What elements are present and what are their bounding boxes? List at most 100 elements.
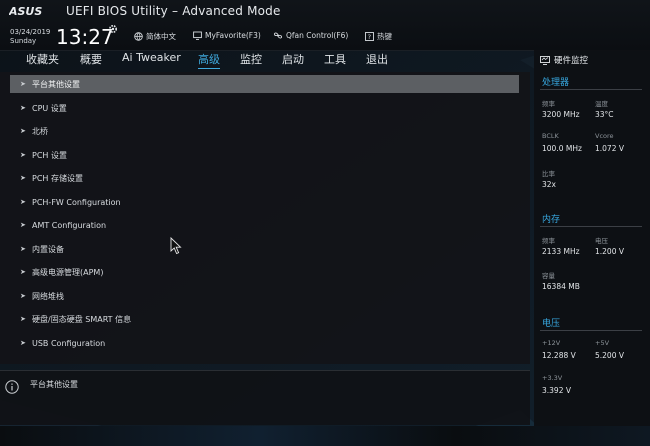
menu-item-smart-info[interactable]: ➤ 硬盘/固态硬盘 SMART 信息 xyxy=(10,310,519,328)
date-display: 03/24/2019 Sunday xyxy=(10,28,50,46)
language-label: 简体中文 xyxy=(146,32,176,41)
ratio-label: 比率 xyxy=(542,170,555,178)
menu-item-onboard-devices[interactable]: ➤ 内置设备 xyxy=(10,240,519,258)
processor-heading: 处理器 xyxy=(542,78,570,88)
menu-item-pch[interactable]: ➤ PCH 设置 xyxy=(10,146,519,164)
menu-item-label: 内置设备 xyxy=(32,244,64,254)
menu-item-platform-misc[interactable]: ➤ 平台其他设置 xyxy=(10,75,519,93)
chevron-right-icon: ➤ xyxy=(20,339,26,347)
hardware-monitor-panel: 硬件监控 处理器 频率 温度 3200 MHz 33°C BCLK Vcore … xyxy=(534,50,650,426)
monitor-star-icon xyxy=(193,31,202,40)
tab-exit[interactable]: 退出 xyxy=(366,51,388,67)
voltage-heading: 电压 xyxy=(542,319,561,329)
menu-item-label: 北桥 xyxy=(32,126,48,136)
cpu-temp-label: 温度 xyxy=(595,100,608,108)
chevron-right-icon: ➤ xyxy=(20,174,26,182)
app-title: UEFI BIOS Utility – Advanced Mode xyxy=(66,4,281,18)
cpu-freq-label: 频率 xyxy=(542,100,555,108)
chevron-right-icon: ➤ xyxy=(20,315,26,323)
cpu-freq-value: 3200 MHz xyxy=(542,110,580,119)
menu-item-amt[interactable]: ➤ AMT Configuration xyxy=(10,216,519,234)
vcore-value: 1.072 V xyxy=(595,144,624,153)
asus-logo: ASUS xyxy=(9,5,42,17)
memory-heading: 内存 xyxy=(542,215,561,225)
v33-value: 3.392 V xyxy=(542,386,571,395)
menu-item-apm[interactable]: ➤ 高级电源管理(APM) xyxy=(10,263,519,281)
myfavorite-label: MyFavorite(F3) xyxy=(205,31,261,40)
menu-item-label: 硬盘/固态硬盘 SMART 信息 xyxy=(32,314,132,324)
gear-icon[interactable] xyxy=(108,24,118,34)
monitor-icon xyxy=(540,55,550,65)
svg-text:?: ? xyxy=(368,33,371,41)
tab-favorites[interactable]: 收藏夹 xyxy=(26,51,59,67)
v33-label: +3.3V xyxy=(542,374,563,382)
menu-item-pch-fw[interactable]: ➤ PCH-FW Configuration xyxy=(10,193,519,211)
chevron-right-icon: ➤ xyxy=(20,198,26,206)
chevron-right-icon: ➤ xyxy=(20,80,26,88)
v5-value: 5.200 V xyxy=(595,351,624,360)
v5-label: +5V xyxy=(595,339,610,347)
menu-item-label: PCH-FW Configuration xyxy=(32,197,121,207)
bclk-label: BCLK xyxy=(542,132,559,140)
info-description: 平台其他设置 xyxy=(30,380,78,389)
menu-item-network-stack[interactable]: ➤ 网络堆栈 xyxy=(10,287,519,305)
divider xyxy=(540,89,642,90)
qfan-label: Qfan Control(F6) xyxy=(286,31,349,40)
menu-item-northbridge[interactable]: ➤ 北桥 xyxy=(10,122,519,140)
menu-item-label: 平台其他设置 xyxy=(32,79,80,89)
menu-item-label: CPU 设置 xyxy=(32,103,67,113)
menu-item-label: 网络堆栈 xyxy=(32,291,64,301)
tab-advanced[interactable]: 高级 xyxy=(198,51,220,69)
chevron-right-icon: ➤ xyxy=(20,268,26,276)
vcore-label: Vcore xyxy=(595,132,614,140)
help-info-bar: 平台其他设置 xyxy=(0,370,530,425)
chevron-right-icon: ➤ xyxy=(20,127,26,135)
qfan-control-button[interactable]: Qfan Control(F6) xyxy=(273,31,348,40)
help-icon: ? xyxy=(365,32,374,41)
divider xyxy=(540,226,642,227)
ratio-value: 32x xyxy=(542,180,556,189)
weekday-text: Sunday xyxy=(10,37,37,45)
menu-item-usb[interactable]: ➤ USB Configuration xyxy=(10,334,519,352)
menu-item-pch-storage[interactable]: ➤ PCH 存储设置 xyxy=(10,169,519,187)
tab-ai-tweaker[interactable]: Ai Tweaker xyxy=(122,51,181,64)
menu-item-label: PCH 设置 xyxy=(32,150,67,160)
chevron-right-icon: ➤ xyxy=(20,221,26,229)
cpu-temp-value: 33°C xyxy=(595,110,614,119)
chevron-right-icon: ➤ xyxy=(20,245,26,253)
mem-freq-value: 2133 MHz xyxy=(542,247,580,256)
language-button[interactable]: 简体中文 xyxy=(134,31,176,42)
hw-title-label: 硬件监控 xyxy=(554,56,589,66)
fan-icon xyxy=(273,32,283,39)
v12-label: +12V xyxy=(542,339,561,347)
hotkeys-label: 热键 xyxy=(377,32,392,41)
globe-icon xyxy=(134,32,143,41)
bottom-decor-strip xyxy=(0,426,650,446)
main-tabs: 收藏夹 概要 Ai Tweaker 高级 监控 启动 工具 退出 xyxy=(0,50,530,70)
mem-volt-label: 电压 xyxy=(595,237,608,245)
menu-item-cpu[interactable]: ➤ CPU 设置 xyxy=(10,99,519,117)
clock-time[interactable]: 13:27 xyxy=(56,25,114,49)
myfavorite-button[interactable]: MyFavorite(F3) xyxy=(193,31,261,40)
mem-cap-value: 16384 MB xyxy=(542,282,580,291)
tab-monitor[interactable]: 监控 xyxy=(240,51,262,67)
menu-item-label: 高级电源管理(APM) xyxy=(32,267,104,277)
header-bar: ASUS UEFI BIOS Utility – Advanced Mode 0… xyxy=(0,0,650,51)
mem-volt-value: 1.200 V xyxy=(595,247,624,256)
hotkeys-button[interactable]: ? 热键 xyxy=(365,31,392,42)
v12-value: 12.288 V xyxy=(542,351,576,360)
mem-freq-label: 频率 xyxy=(542,237,555,245)
info-icon xyxy=(5,380,19,394)
tab-boot[interactable]: 启动 xyxy=(282,51,304,67)
menu-item-label: AMT Configuration xyxy=(32,220,107,230)
tab-tools[interactable]: 工具 xyxy=(324,51,346,67)
date-text: 03/24/2019 xyxy=(10,28,51,36)
mem-cap-label: 容量 xyxy=(542,272,555,280)
menu-item-label: USB Configuration xyxy=(32,338,106,348)
tab-overview[interactable]: 概要 xyxy=(80,51,102,67)
chevron-right-icon: ➤ xyxy=(20,104,26,112)
divider xyxy=(540,330,642,331)
svg-text:ASUS: ASUS xyxy=(9,5,42,17)
chevron-right-icon: ➤ xyxy=(20,151,26,159)
chevron-right-icon: ➤ xyxy=(20,292,26,300)
